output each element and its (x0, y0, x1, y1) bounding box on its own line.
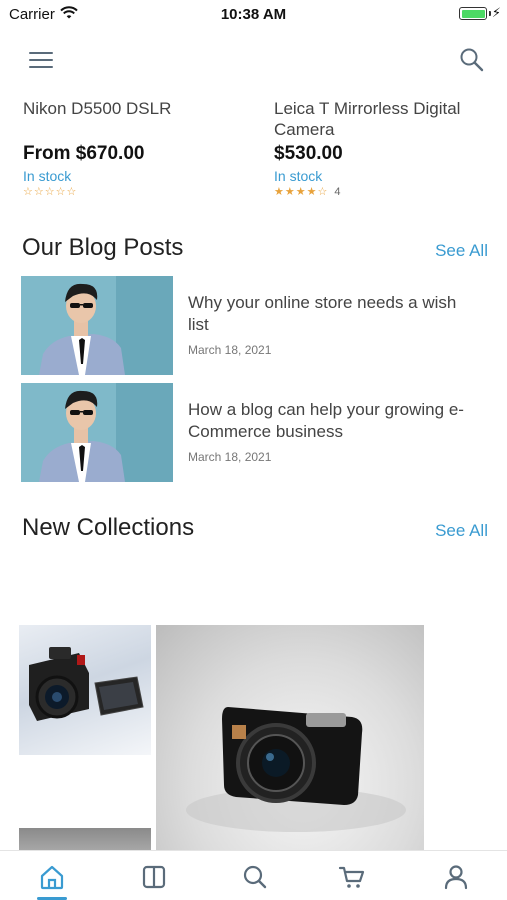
blog-section-title: Our Blog Posts (22, 234, 184, 261)
blog-post-item[interactable]: Why your online store needs a wish list … (21, 276, 491, 375)
product-price: From $670.00 (23, 143, 145, 164)
collections-see-all-link[interactable]: See All (435, 521, 488, 541)
blog-post-title: Why your online store needs a wish list (188, 293, 457, 334)
battery-icon (459, 7, 487, 20)
blog-post-title: How a blog can help your growing e-Comme… (188, 400, 464, 441)
blog-thumbnail (21, 383, 173, 482)
collection-image-dslr[interactable] (19, 625, 151, 755)
tab-bar (0, 850, 507, 900)
tab-search[interactable] (240, 863, 270, 891)
blog-post-item[interactable]: How a blog can help your growing e-Comme… (21, 383, 491, 482)
stock-status: In stock (274, 168, 323, 184)
battery-cap (489, 11, 491, 16)
charging-icon: ⚡ (491, 5, 501, 20)
collection-image-mirrorless[interactable] (156, 625, 424, 851)
tab-catalog[interactable] (139, 863, 169, 891)
blog-thumbnail (21, 276, 173, 375)
collections-section-title: New Collections (22, 514, 195, 541)
product-name: Leica T Mirrorless Digital Camera (274, 99, 461, 139)
catalog-icon (142, 865, 166, 889)
account-icon (444, 865, 468, 890)
search-icon (243, 865, 267, 889)
product-price: $530.00 (274, 143, 343, 164)
product-card[interactable]: Nikon D5500 DSLR From $670.00 In stock ☆… (23, 98, 253, 198)
product-name: Nikon D5500 DSLR (23, 99, 172, 118)
rating-count: 4 (334, 185, 341, 198)
rating-stars: ★★★★☆ 4 (274, 185, 504, 199)
home-icon (40, 865, 64, 890)
product-card[interactable]: Leica T Mirrorless Digital Camera $530.0… (274, 98, 504, 198)
collection-image-third[interactable] (19, 828, 151, 852)
stock-status: In stock (23, 168, 72, 184)
blog-see-all-link[interactable]: See All (435, 241, 488, 261)
status-time: 10:38 AM (220, 6, 287, 23)
tab-cart[interactable] (337, 863, 367, 891)
blog-post-date: March 18, 2021 (188, 450, 272, 464)
tab-account[interactable] (441, 863, 471, 891)
rating-stars: ☆☆☆☆☆ (23, 185, 253, 198)
cart-icon (338, 866, 365, 888)
star-icons: ☆☆☆☆☆ (23, 186, 78, 198)
blog-post-date: March 18, 2021 (188, 343, 272, 357)
star-icons: ★★★★☆ (274, 186, 329, 198)
tab-home[interactable] (37, 863, 67, 891)
menu-icon[interactable] (29, 52, 53, 68)
status-bar: Carrier 10:38 AM ⚡ (0, 0, 507, 28)
search-icon[interactable] (459, 47, 485, 78)
